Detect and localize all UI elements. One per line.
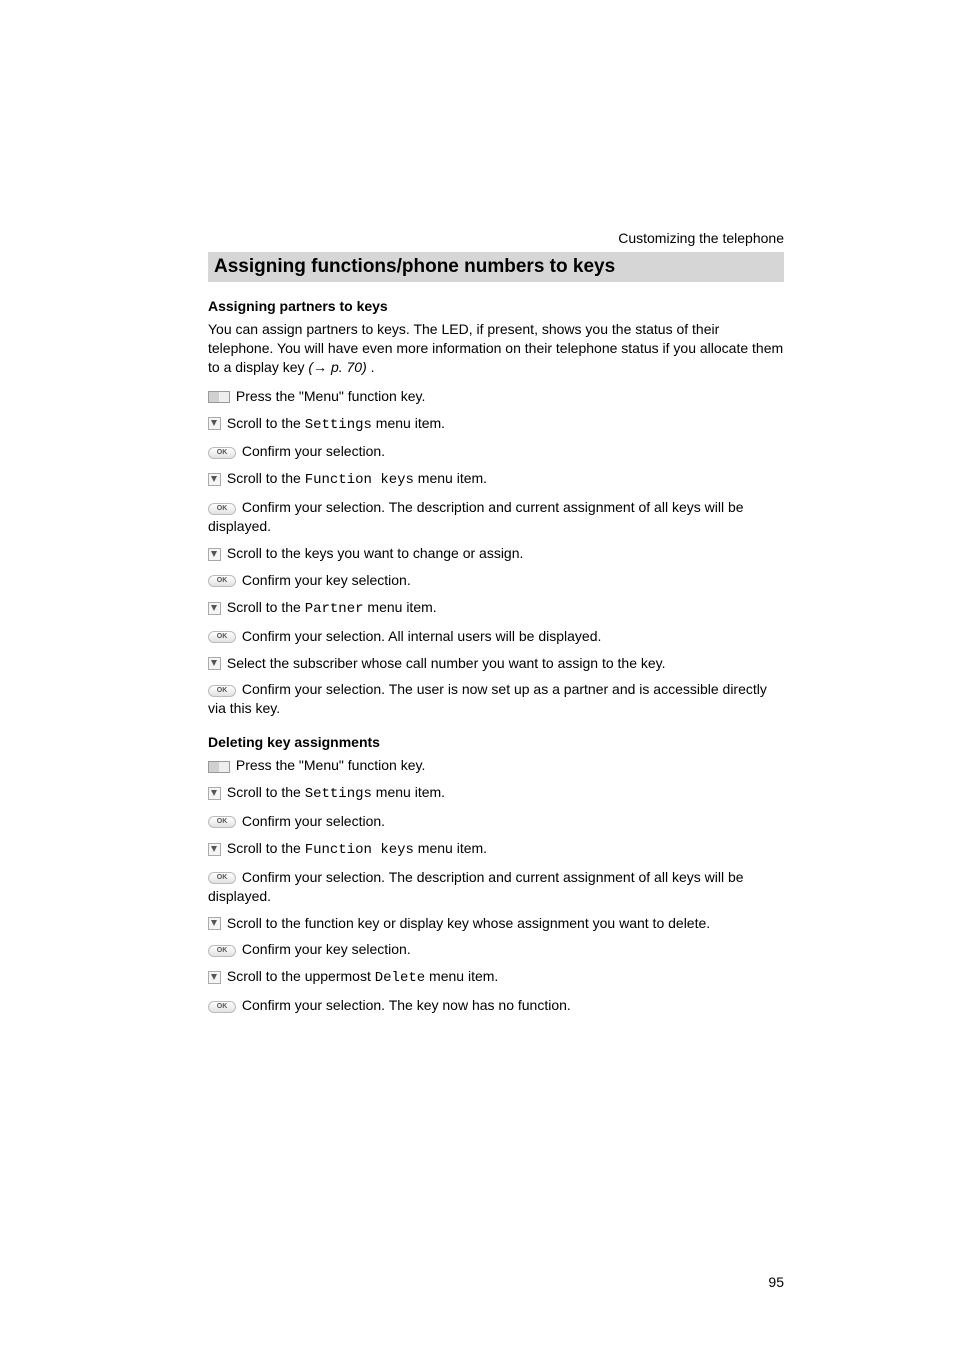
s2-step1: Press the "Menu" function key. (208, 756, 784, 775)
s1-step11: OK Confirm your selection. The user is n… (208, 680, 784, 718)
ok-key-icon: OK (208, 447, 236, 459)
s1-step9: OK Confirm your selection. All internal … (208, 627, 784, 646)
settings-menu-item: Settings (305, 786, 372, 802)
page-number: 95 (768, 1274, 784, 1290)
scroll-down-icon (208, 971, 221, 984)
settings-menu-item: Settings (305, 417, 372, 433)
menu-key-icon (208, 391, 230, 403)
function-keys-menu-item: Function keys (305, 842, 414, 858)
ok-key-icon: OK (208, 631, 236, 643)
s2-step6: Scroll to the function key or display ke… (208, 914, 784, 933)
s1-step1: Press the "Menu" function key. (208, 387, 784, 406)
scroll-down-icon (208, 657, 221, 670)
ok-key-icon: OK (208, 872, 236, 884)
s1-step8: Scroll to the Partner menu item. (208, 598, 784, 619)
menu-key-icon (208, 761, 230, 773)
s2-step7: OK Confirm your key selection. (208, 940, 784, 959)
s2-step5: OK Confirm your selection. The descripti… (208, 868, 784, 906)
s2-step8: Scroll to the uppermost Delete menu item… (208, 967, 784, 988)
section-title: Assigning functions/phone numbers to key… (208, 252, 784, 282)
s1-step5: OK Confirm your selection. The descripti… (208, 498, 784, 536)
ok-key-icon: OK (208, 575, 236, 587)
partner-menu-item: Partner (305, 601, 364, 617)
s2-step3: OK Confirm your selection. (208, 812, 784, 831)
function-keys-menu-item: Function keys (305, 472, 414, 488)
s1-step2: Scroll to the Settings menu item. (208, 414, 784, 435)
page: Customizing the telephone Assigning func… (0, 0, 954, 1350)
intro-paragraph: You can assign partners to keys. The LED… (208, 320, 784, 377)
scroll-down-icon (208, 548, 221, 561)
ok-key-icon: OK (208, 1001, 236, 1013)
scroll-down-icon (208, 417, 221, 430)
s2-step2: Scroll to the Settings menu item. (208, 783, 784, 804)
deleting-assignments-heading: Deleting key assignments (208, 734, 784, 750)
page-reference: (→ p. 70) (308, 359, 366, 375)
ok-key-icon: OK (208, 816, 236, 828)
intro-text: You can assign partners to keys. The LED… (208, 321, 783, 375)
scroll-down-icon (208, 473, 221, 486)
scroll-down-icon (208, 843, 221, 856)
ok-key-icon: OK (208, 503, 236, 515)
s1-step3: OK Confirm your selection. (208, 442, 784, 461)
assigning-partners-heading: Assigning partners to keys (208, 298, 784, 314)
s1-step10: Select the subscriber whose call number … (208, 654, 784, 673)
header-right: Customizing the telephone (208, 230, 784, 246)
ok-key-icon: OK (208, 685, 236, 697)
s2-step9: OK Confirm your selection. The key now h… (208, 996, 784, 1015)
s1-step6: Scroll to the keys you want to change or… (208, 544, 784, 563)
scroll-down-icon (208, 787, 221, 800)
scroll-down-icon (208, 602, 221, 615)
ok-key-icon: OK (208, 945, 236, 957)
scroll-down-icon (208, 917, 221, 930)
s1-step4: Scroll to the Function keys menu item. (208, 469, 784, 490)
s1-step7: OK Confirm your key selection. (208, 571, 784, 590)
delete-menu-item: Delete (375, 970, 425, 986)
s2-step4: Scroll to the Function keys menu item. (208, 839, 784, 860)
